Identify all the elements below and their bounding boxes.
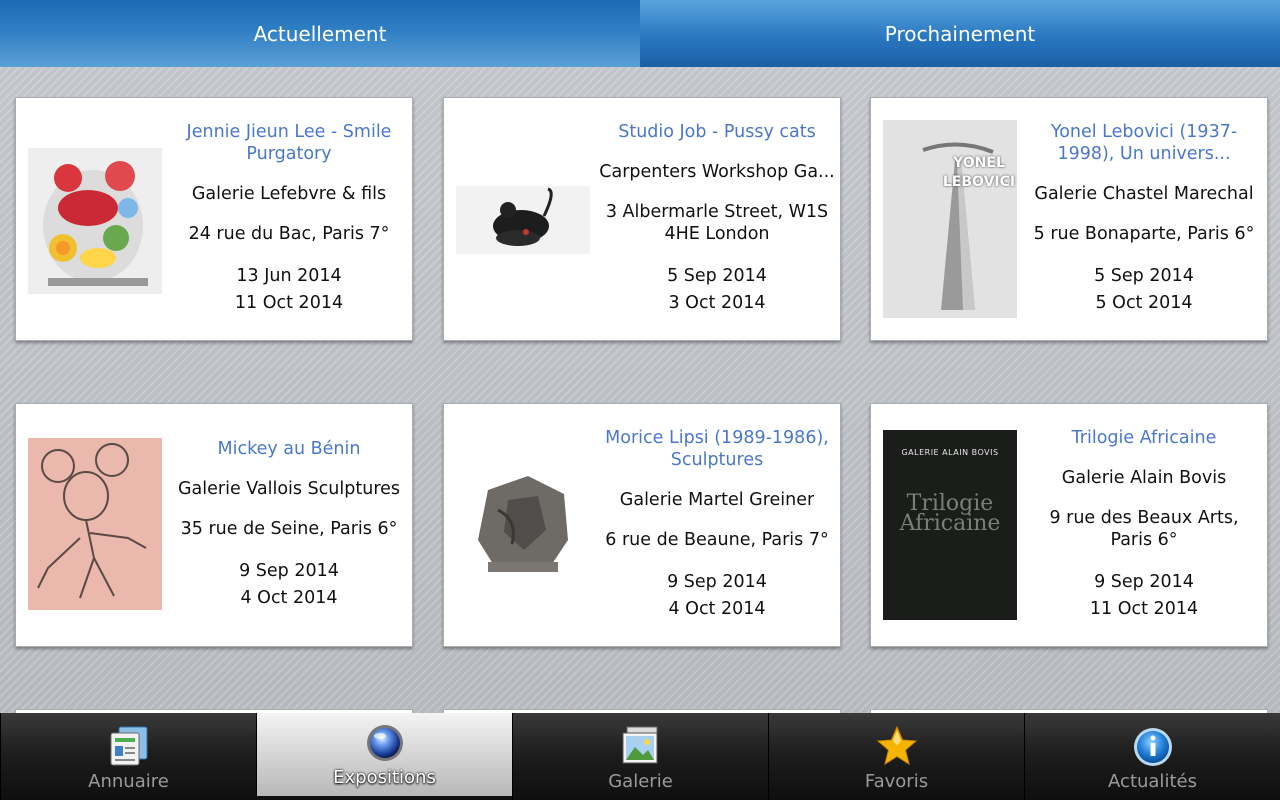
exhibition-card[interactable]: Mickey au Bénin Galerie Vallois Sculptur… bbox=[15, 403, 413, 647]
nav-favoris[interactable]: Favoris bbox=[768, 713, 1024, 800]
exhibition-gallery: Carpenters Workshop Ga... bbox=[599, 162, 835, 182]
exhibition-card[interactable]: Jennie Jieun Lee - Smile Purgatory Galer… bbox=[15, 97, 413, 341]
exhibitions-grid: Jennie Jieun Lee - Smile Purgatory Galer… bbox=[0, 67, 1280, 713]
nav-label: Actualités bbox=[1108, 771, 1197, 792]
exhibition-title: Mickey au Bénin bbox=[217, 439, 361, 459]
poster-text: YONEL LEBOVICI bbox=[942, 155, 1016, 190]
exhibition-title: Trilogie Africaine bbox=[1071, 428, 1217, 448]
exhibition-thumbnail bbox=[28, 438, 162, 610]
exhibition-start-date: 9 Sep 2014 bbox=[667, 572, 767, 592]
globe-icon bbox=[363, 721, 407, 763]
exhibition-card[interactable]: YONEL LEBOVICI Yonel Lebovici (1937-1998… bbox=[870, 97, 1268, 341]
exhibition-address: 5 rue Bonaparte, Paris 6° bbox=[1033, 224, 1255, 244]
exhibition-gallery: Galerie Vallois Sculptures bbox=[177, 479, 401, 499]
exhibition-thumbnail bbox=[28, 148, 162, 294]
info-icon bbox=[1131, 725, 1175, 767]
nav-label: Galerie bbox=[608, 771, 673, 792]
tab-actuellement[interactable]: Actuellement bbox=[0, 0, 640, 67]
exhibition-end-date: 11 Oct 2014 bbox=[1089, 599, 1199, 619]
star-icon bbox=[875, 725, 919, 767]
exhibition-start-date: 13 Jun 2014 bbox=[236, 266, 342, 286]
exhibition-start-date: 9 Sep 2014 bbox=[239, 561, 339, 581]
nav-actualites[interactable]: Actualités bbox=[1024, 713, 1280, 800]
exhibition-start-date: 9 Sep 2014 bbox=[1094, 572, 1194, 592]
exhibition-end-date: 4 Oct 2014 bbox=[240, 588, 338, 608]
exhibition-thumbnail: YONEL LEBOVICI bbox=[883, 120, 1017, 318]
exhibition-gallery: Galerie Chastel Marechal bbox=[1034, 184, 1254, 204]
directory-icon bbox=[107, 725, 151, 767]
exhibition-gallery: Galerie Alain Bovis bbox=[1061, 468, 1227, 488]
exhibition-thumbnail bbox=[468, 470, 580, 576]
gallery-image-icon bbox=[619, 725, 663, 767]
exhibition-thumbnail bbox=[456, 186, 590, 254]
nav-label: Expositions bbox=[333, 767, 436, 788]
nav-expositions[interactable]: Expositions bbox=[256, 713, 512, 800]
nav-annuaire[interactable]: Annuaire bbox=[0, 713, 256, 800]
nav-label: Annuaire bbox=[88, 771, 169, 792]
exhibition-address: 3 Albermarle Street, W1S 4HE London bbox=[605, 202, 829, 244]
exhibition-title: Morice Lipsi (1989-1986), Sculptures bbox=[605, 428, 829, 470]
exhibition-start-date: 5 Sep 2014 bbox=[667, 266, 767, 286]
exhibition-gallery: Galerie Lefebvre & fils bbox=[191, 184, 387, 204]
exhibition-title: Studio Job - Pussy cats bbox=[618, 122, 816, 142]
exhibition-title: Yonel Lebovici (1937-1998), Un univers..… bbox=[1050, 122, 1238, 164]
poster-gallery-text: GALERIE ALAIN BOVIS bbox=[901, 448, 999, 457]
exhibition-end-date: 3 Oct 2014 bbox=[668, 293, 766, 313]
poster-title-text: Trilogie Africaine bbox=[899, 491, 1001, 536]
exhibition-end-date: 5 Oct 2014 bbox=[1095, 293, 1193, 313]
exhibition-end-date: 4 Oct 2014 bbox=[668, 599, 766, 619]
exhibition-address: 35 rue de Seine, Paris 6° bbox=[180, 519, 398, 539]
exhibition-card[interactable]: GALERIE ALAIN BOVIS Trilogie Africaine T… bbox=[870, 403, 1268, 647]
exhibition-title: Jennie Jieun Lee - Smile Purgatory bbox=[186, 122, 392, 164]
tab-prochainement[interactable]: Prochainement bbox=[640, 0, 1280, 67]
nav-galerie[interactable]: Galerie bbox=[512, 713, 768, 800]
exhibition-address: 24 rue du Bac, Paris 7° bbox=[188, 224, 390, 244]
exhibition-address: 9 rue des Beaux Arts, Paris 6° bbox=[1049, 508, 1239, 550]
exhibition-address: 6 rue de Beaune, Paris 7° bbox=[605, 530, 829, 550]
exhibition-card[interactable]: Studio Job - Pussy cats Carpenters Works… bbox=[443, 97, 841, 341]
exhibition-gallery: Galerie Martel Greiner bbox=[619, 490, 815, 510]
exhibition-card[interactable]: Morice Lipsi (1989-1986), Sculptures Gal… bbox=[443, 403, 841, 647]
exhibition-end-date: 11 Oct 2014 bbox=[234, 293, 344, 313]
exhibition-start-date: 5 Sep 2014 bbox=[1094, 266, 1194, 286]
nav-label: Favoris bbox=[864, 771, 929, 792]
bottom-navigation: Annuaire Expositions Galerie Favoris Act… bbox=[0, 713, 1280, 800]
top-tab-bar: Actuellement Prochainement bbox=[0, 0, 1280, 67]
exhibition-thumbnail: GALERIE ALAIN BOVIS Trilogie Africaine bbox=[883, 430, 1017, 620]
